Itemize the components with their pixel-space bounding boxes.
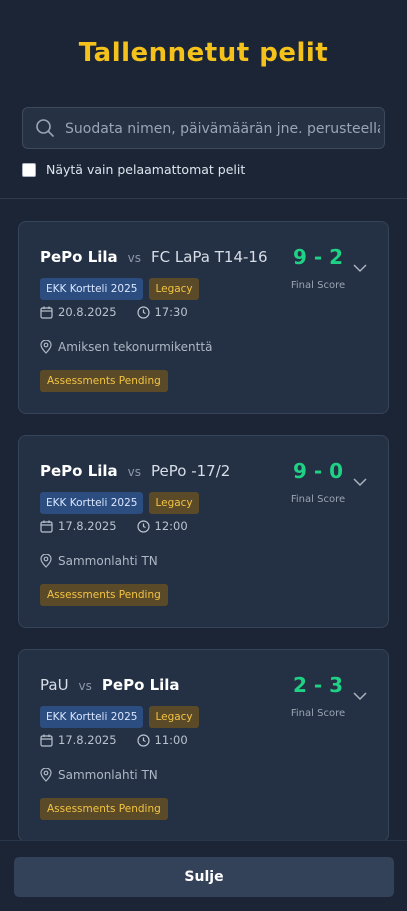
status-badge: Assessments Pending — [40, 798, 168, 820]
page-title: Tallennetut pelit — [78, 38, 329, 68]
game-time: 11:00 — [154, 733, 188, 747]
location-pin-icon — [40, 554, 52, 568]
game-date: 20.8.2025 — [58, 305, 117, 319]
unplayed-filter[interactable]: Näytä vain pelaamattomat pelit — [22, 162, 245, 177]
final-score: 9 - 2 — [292, 245, 344, 269]
clock-icon — [136, 305, 150, 319]
calendar-icon — [40, 520, 53, 533]
search-input[interactable] — [63, 108, 382, 150]
vs-label: vs — [127, 465, 142, 479]
game-card[interactable]: PePo Lila vs FC LaPa T14-16 9 - 2 Final Sc… — [18, 221, 389, 414]
search-box[interactable] — [22, 107, 385, 150]
game-card[interactable]: PaU vs PePo Lila 2 - 3 Final Score EKK Kor… — [18, 649, 389, 841]
location-pin-icon — [40, 340, 52, 354]
game-time: 12:00 — [154, 519, 188, 533]
game-date: 17.8.2025 — [58, 519, 117, 533]
unplayed-filter-label: Näytä vain pelaamattomat pelit — [46, 162, 246, 177]
home-team: PaU — [40, 676, 69, 694]
vs-label: vs — [78, 679, 92, 693]
final-score: 9 - 0 — [292, 459, 344, 483]
game-card[interactable]: PePo Lila vs PePo -17/2 9 - 0 Final Score … — [18, 435, 389, 628]
final-score-label: Final Score — [290, 280, 346, 291]
search-icon — [36, 119, 54, 137]
clock-icon — [136, 519, 150, 533]
location-pin-icon — [40, 768, 52, 782]
series-badge: EKK Kortteli 2025 — [40, 278, 144, 300]
final-score-label: Final Score — [290, 708, 346, 719]
games-list[interactable]: PePo Lila vs FC LaPa T14-16 9 - 2 Final Sc… — [0, 198, 407, 841]
game-date: 17.8.2025 — [58, 733, 117, 747]
clock-icon — [136, 733, 150, 747]
match-teams: PaU vs PePo Lila — [40, 676, 180, 694]
match-teams: PePo Lila vs PePo -17/2 — [40, 462, 230, 480]
unplayed-checkbox[interactable] — [22, 162, 36, 177]
footer: Sulje — [0, 840, 407, 911]
chevron-down-icon[interactable] — [352, 262, 368, 274]
vs-label: vs — [127, 251, 142, 265]
away-team: FC LaPa T14-16 — [151, 248, 268, 266]
home-team: PePo Lila — [40, 462, 118, 480]
final-score: 2 - 3 — [292, 673, 344, 697]
home-team: PePo Lila — [40, 248, 118, 266]
game-location: Sammonlahti TN — [58, 554, 158, 568]
series-badge: EKK Kortteli 2025 — [40, 492, 144, 514]
away-team: PePo -17/2 — [151, 462, 231, 480]
legacy-badge: Legacy — [149, 706, 199, 728]
match-teams: PePo Lila vs FC LaPa T14-16 — [40, 248, 268, 266]
close-button[interactable]: Sulje — [14, 857, 394, 897]
game-time: 17:30 — [154, 305, 188, 319]
chevron-down-icon[interactable] — [352, 476, 368, 488]
game-location: Sammonlahti TN — [58, 768, 158, 782]
calendar-icon — [40, 734, 53, 747]
chevron-down-icon[interactable] — [352, 690, 368, 702]
legacy-badge: Legacy — [149, 492, 199, 514]
away-team: PePo Lila — [101, 676, 180, 694]
game-location: Amiksen tekonurmikenttä — [58, 340, 213, 354]
status-badge: Assessments Pending — [40, 584, 168, 606]
final-score-label: Final Score — [290, 494, 346, 505]
calendar-icon — [40, 306, 53, 319]
series-badge: EKK Kortteli 2025 — [40, 706, 144, 728]
status-badge: Assessments Pending — [40, 370, 168, 392]
legacy-badge: Legacy — [149, 278, 199, 300]
